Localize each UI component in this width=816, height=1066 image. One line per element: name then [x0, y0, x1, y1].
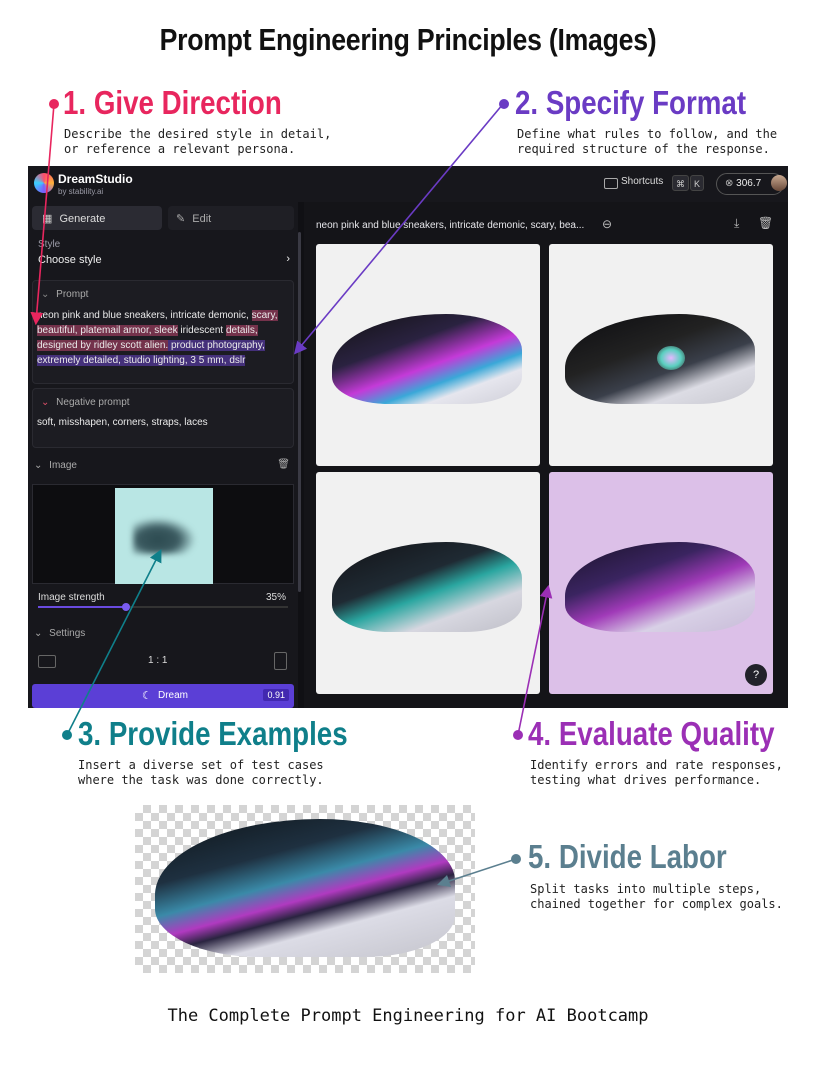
image-strength-value: 35% — [265, 592, 286, 603]
init-image-thumbnail — [115, 488, 213, 584]
trash-icon[interactable]: 🗑 — [277, 459, 290, 470]
result-image-3[interactable] — [316, 472, 540, 694]
dreamstudio-app: DreamStudio by stability.ai Shortcuts ⌘ … — [28, 166, 788, 708]
shoe-image-1 — [332, 314, 522, 404]
edit-tab[interactable]: ✎ Edit — [168, 206, 294, 230]
bullet-dot-2 — [499, 99, 509, 109]
style-select[interactable]: Choose style › — [38, 253, 290, 270]
edit-label: Edit — [192, 213, 212, 225]
chevron-right-icon: › — [286, 253, 290, 265]
moon-icon: ☾ — [142, 690, 152, 702]
dream-button[interactable]: ☾ Dream 0.91 — [32, 684, 294, 708]
sidebar-scrollbar[interactable] — [298, 232, 301, 592]
shortcut-key-cmd: ⌘ — [672, 175, 689, 191]
image-section-header[interactable]: ⌄ Image 🗑 — [34, 459, 292, 474]
chevron-down-icon: ⌄ — [41, 397, 50, 408]
generate-icon: ▦ — [42, 213, 53, 225]
chevron-down-icon: ⌄ — [34, 460, 43, 471]
credits-icon: ⊗ — [725, 178, 734, 189]
negative-prompt-card[interactable]: ⌄ Negative prompt soft, misshapen, corne… — [32, 388, 294, 448]
principle-4-desc: Identify errors and rate responses, test… — [530, 758, 783, 787]
chevron-down-icon: ⌄ — [41, 289, 50, 300]
prompt-text-2: iridescent — [177, 325, 224, 336]
aspect-ratio-value: 1 : 1 — [148, 655, 168, 666]
principle-3-title: 3. Provide Examples — [78, 715, 348, 752]
principle-5-desc: Split tasks into multiple steps, chained… — [530, 882, 783, 911]
prompt-input[interactable]: neon pink and blue sneakers, intricate d… — [37, 308, 293, 368]
bullet-dot-5 — [511, 854, 521, 864]
bullet-dot-1 — [49, 99, 59, 109]
footer-text: The Complete Prompt Engineering for AI B… — [167, 1006, 649, 1026]
settings-label: Settings — [49, 628, 86, 639]
style-label: Style — [38, 239, 61, 250]
result-image-2[interactable] — [549, 244, 773, 466]
principle-1-desc: Describe the desired style in detail, or… — [64, 127, 332, 156]
shoe-gem-2 — [657, 346, 685, 370]
landscape-icon[interactable] — [38, 655, 56, 668]
image-strength-slider[interactable] — [38, 603, 288, 611]
principle-2-desc: Define what rules to follow, and the req… — [517, 127, 778, 156]
top-bar: DreamStudio by stability.ai Shortcuts ⌘ … — [28, 166, 788, 202]
brand-subtitle: by stability.ai — [58, 187, 104, 196]
shoe-image-4 — [565, 542, 755, 632]
slider-thumb[interactable] — [121, 603, 130, 611]
transparent-background-image — [135, 805, 475, 973]
principle-3-desc: Insert a diverse set of test cases where… — [78, 758, 324, 787]
help-button[interactable]: ? — [745, 664, 767, 686]
page-title: Prompt Engineering Principles (Images) — [159, 22, 657, 57]
credits-value: 306.7 — [736, 178, 762, 189]
principle-5-title: 5. Divide Labor — [528, 838, 727, 875]
result-prompt-text: neon pink and blue sneakers, intricate d… — [316, 220, 585, 231]
keyboard-icon — [604, 178, 618, 189]
principle-1-title: 1. Give Direction — [63, 84, 282, 121]
result-image-4[interactable]: ? — [549, 472, 773, 694]
init-image-panel[interactable] — [32, 484, 294, 584]
prompt-card[interactable]: ⌄ Prompt neon pink and blue sneakers, in… — [32, 280, 294, 384]
generate-tab[interactable]: ▦ Generate — [32, 206, 162, 230]
results-panel: neon pink and blue sneakers, intricate d… — [304, 202, 788, 708]
negative-label: Negative prompt — [56, 397, 130, 408]
negative-header: ⌄ Negative prompt — [41, 397, 130, 408]
principle-4-title: 4. Evaluate Quality — [528, 715, 775, 752]
result-image-1[interactable] — [316, 244, 540, 466]
style-value: Choose style — [38, 254, 102, 266]
image-strength-label: Image strength — [38, 592, 105, 603]
brand-name: DreamStudio — [58, 172, 133, 186]
slider-fill — [38, 606, 126, 608]
shortcuts-button[interactable]: Shortcuts — [621, 176, 663, 187]
settings-header[interactable]: ⌄ Settings — [34, 628, 85, 639]
shoe-image-3 — [332, 542, 522, 632]
user-avatar[interactable] — [771, 175, 787, 191]
prompt-label: Prompt — [56, 289, 89, 300]
dream-cost-badge: 0.91 — [263, 689, 289, 701]
reuse-prompt-icon[interactable]: ⊖ — [602, 217, 612, 231]
prompt-header: ⌄ Prompt — [41, 289, 88, 300]
chevron-down-icon: ⌄ — [34, 628, 43, 639]
principle-2-title: 2. Specify Format — [515, 84, 747, 121]
sidebar: ▦ Generate ✎ Edit Style Choose style › ⌄… — [28, 202, 298, 708]
negative-prompt-input[interactable]: soft, misshapen, corners, straps, laces — [37, 417, 208, 428]
dreamstudio-logo-icon — [34, 173, 54, 193]
cutout-shoe-image — [155, 819, 455, 957]
dream-label: Dream — [158, 690, 189, 701]
portrait-icon[interactable] — [274, 652, 287, 670]
download-icon[interactable]: ⤓ — [734, 216, 739, 231]
trash-icon[interactable]: 🗑 — [758, 216, 773, 230]
bullet-dot-4 — [513, 730, 523, 740]
blurred-shoe-image — [133, 518, 195, 554]
bullet-dot-3 — [62, 730, 72, 740]
generate-label: Generate — [59, 213, 106, 225]
image-label: Image — [49, 460, 77, 471]
edit-icon: ✎ — [176, 213, 186, 225]
shortcut-key-k: K — [690, 175, 705, 191]
prompt-text-1: neon pink and blue sneakers, intricate d… — [37, 310, 249, 321]
